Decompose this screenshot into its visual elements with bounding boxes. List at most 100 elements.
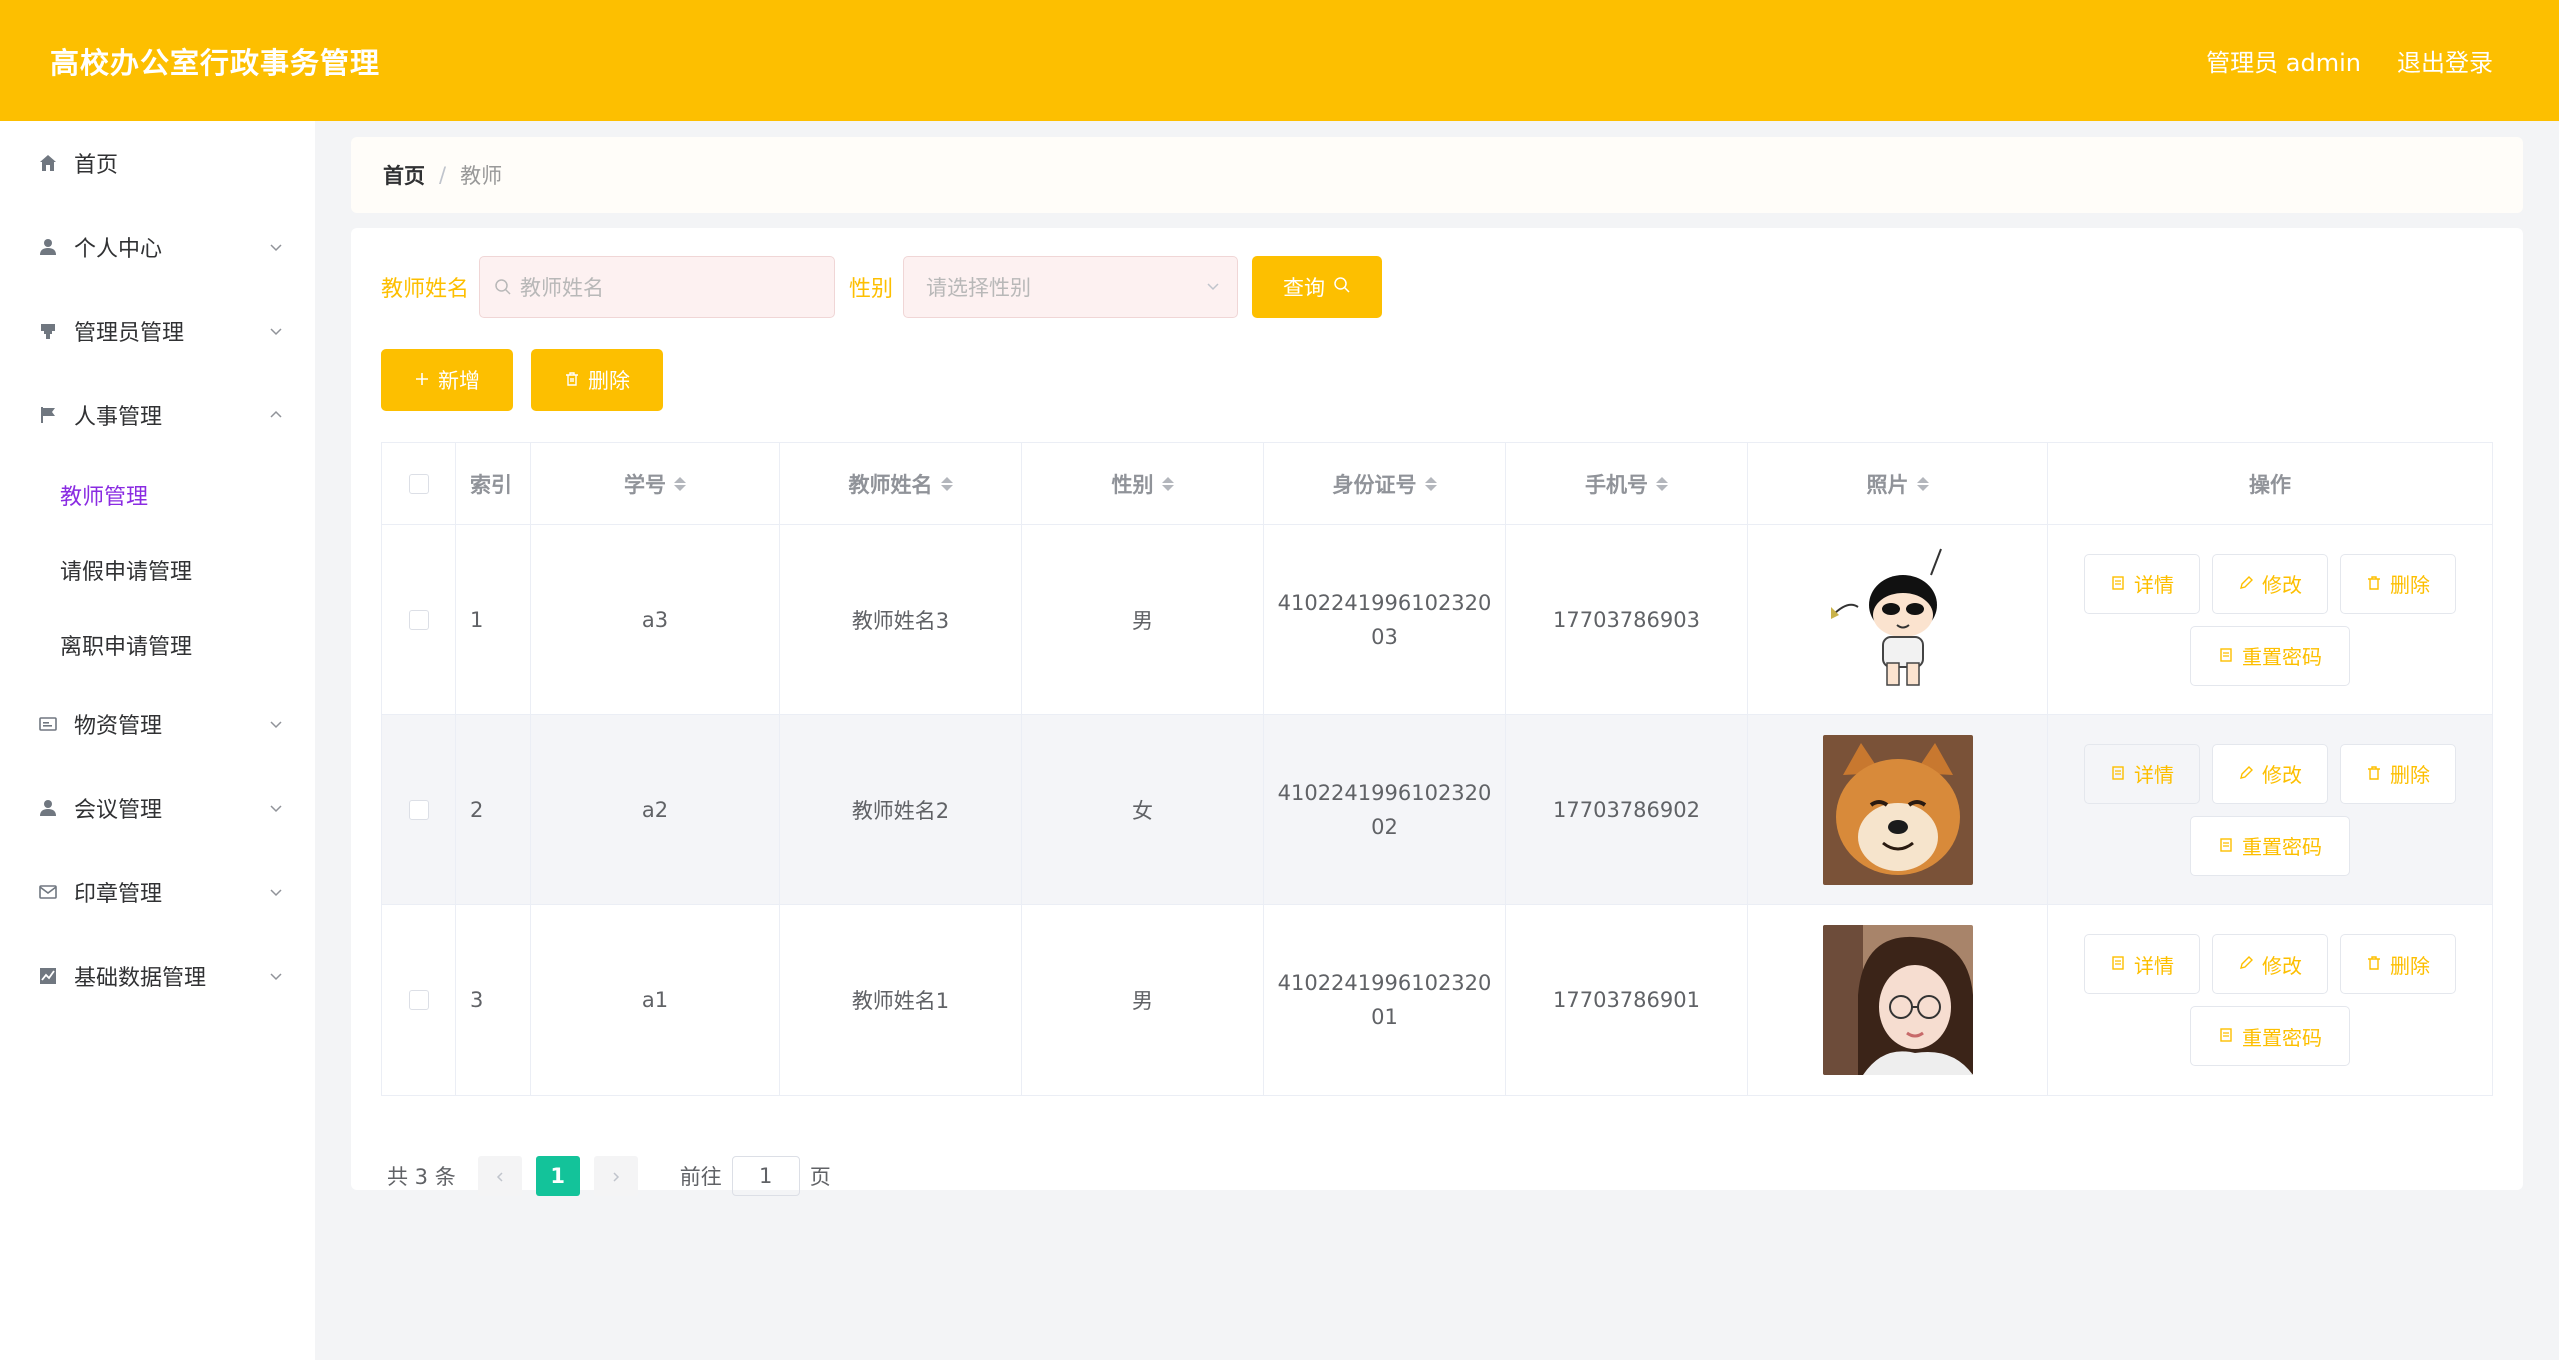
sort-icon[interactable] (1916, 476, 1929, 491)
detail-button[interactable]: 详情 (2084, 553, 2200, 614)
detail-button[interactable]: 详情 (2084, 934, 2200, 994)
pagination-total: 共 3 条 (387, 1165, 456, 1189)
breadcrumb-home[interactable]: 首页 (383, 160, 425, 190)
tag-icon (36, 712, 60, 736)
cartoon-boy-photo[interactable] (1822, 544, 1973, 695)
sort-icon[interactable] (1424, 476, 1437, 491)
chevron-down-icon (267, 238, 285, 256)
column-student-no[interactable]: 学号 (531, 443, 780, 524)
row-checkbox[interactable] (408, 609, 429, 630)
document-icon (2110, 762, 2126, 786)
delete-button[interactable]: 删除 (2340, 743, 2456, 804)
sidebar-item-admin[interactable]: 管理员管理 (0, 289, 315, 373)
detail-button[interactable]: 详情 (2084, 743, 2200, 804)
shiba-dog-photo[interactable] (1822, 734, 1973, 885)
chevron-down-icon (267, 322, 285, 340)
reset-password-button[interactable]: 重置密码 (2190, 1006, 2350, 1066)
sidebar-item-personal-center[interactable]: 个人中心 (0, 205, 315, 289)
chevron-down-icon (267, 967, 285, 985)
row-checkbox[interactable] (408, 990, 429, 1010)
cell-student-no: a3 (531, 525, 780, 714)
edit-label: 修改 (2262, 573, 2302, 597)
sidebar-item-label: 首页 (74, 153, 119, 178)
column-label: 教师姓名 (848, 472, 933, 497)
chevron-up-icon (267, 406, 285, 424)
sidebar-item-supplies[interactable]: 物资管理 (0, 682, 315, 766)
sex-label: 性别 (849, 277, 894, 302)
column-label: 性别 (1111, 472, 1154, 497)
reset-password-button[interactable]: 重置密码 (2190, 815, 2350, 876)
column-label: 身份证号 (1332, 472, 1417, 497)
logout-button[interactable]: 退出登录 (2397, 43, 2493, 78)
trash-icon (2366, 952, 2382, 976)
home-icon (36, 151, 60, 175)
girl-glasses-photo[interactable] (1822, 925, 1973, 1075)
prev-page-button[interactable] (477, 1156, 522, 1196)
sidebar-subitem-leave[interactable]: 请假申请管理 (0, 532, 315, 607)
row-actions: 详情 修改 删除 重置密码 (2084, 934, 2456, 1066)
delete-label: 删除 (2390, 573, 2430, 597)
select-all-checkbox[interactable] (408, 473, 429, 494)
pencil-icon (2238, 572, 2254, 596)
next-page-button[interactable] (593, 1156, 638, 1196)
sidebar-item-basedata[interactable]: 基础数据管理 (0, 934, 315, 1018)
column-photo[interactable]: 照片 (1748, 443, 2048, 524)
delete-label: 删除 (2390, 763, 2430, 787)
sort-icon[interactable] (940, 476, 953, 491)
query-button[interactable]: 查询 (1252, 256, 1383, 318)
column-id-card[interactable]: 身份证号 (1264, 443, 1506, 524)
cell-sex: 男 (1022, 525, 1264, 714)
detail-label: 详情 (2134, 763, 2174, 787)
stamp-icon (36, 319, 60, 343)
cell-id-card: 410224199610232001 (1264, 905, 1506, 1095)
row-checkbox[interactable] (408, 799, 429, 820)
sidebar-item-hr[interactable]: 人事管理 (0, 373, 315, 457)
page-number-button[interactable]: 1 (535, 1156, 580, 1196)
sidebar-item-label: 人事管理 (74, 405, 163, 430)
teacher-name-label: 教师姓名 (381, 277, 470, 302)
column-sex[interactable]: 性别 (1022, 443, 1264, 524)
sidebar-item-home[interactable]: 首页 (0, 121, 315, 205)
edit-button[interactable]: 修改 (2212, 934, 2328, 994)
sex-select[interactable]: 请选择性别 (903, 256, 1239, 318)
sort-icon[interactable] (1656, 476, 1668, 491)
column-phone[interactable]: 手机号 (1506, 443, 1748, 524)
sidebar-subitem-teacher[interactable]: 教师管理 (0, 457, 315, 532)
cell-student-no: a1 (531, 905, 780, 1095)
sidebar-item-label: 物资管理 (74, 714, 163, 739)
cell-actions: 详情 修改 删除 重置密码 (2048, 905, 2492, 1095)
teacher-name-input[interactable]: 教师姓名 (479, 256, 836, 318)
edit-label: 修改 (2262, 763, 2302, 787)
batch-delete-button[interactable]: 删除 (531, 349, 663, 411)
edit-button[interactable]: 修改 (2212, 553, 2328, 614)
sort-icon[interactable] (1161, 476, 1174, 491)
reset-password-button[interactable]: 重置密码 (2190, 625, 2350, 686)
column-teacher-name[interactable]: 教师姓名 (780, 443, 1022, 524)
sort-icon[interactable] (674, 476, 686, 491)
row-actions: 详情 修改 删除 重置密码 (2084, 553, 2456, 686)
pagination: 共 3 条 1 前往 1 页 (387, 1156, 831, 1196)
cell-index: 2 (456, 715, 531, 904)
pencil-icon (2238, 952, 2254, 976)
sidebar-item-seal[interactable]: 印章管理 (0, 850, 315, 934)
search-icon (494, 278, 512, 296)
sidebar-subitem-resign[interactable]: 离职申请管理 (0, 607, 315, 682)
row-actions: 详情 修改 删除 重置密码 (2084, 743, 2456, 876)
add-button[interactable]: 新增 (381, 349, 513, 411)
delete-button[interactable]: 删除 (2340, 553, 2456, 614)
reset-label: 重置密码 (2242, 835, 2322, 859)
sidebar-item-label: 会议管理 (74, 798, 163, 823)
id-card-text: 410224199610232003 (1277, 590, 1492, 649)
column-label: 学号 (624, 472, 666, 497)
edit-button[interactable]: 修改 (2212, 743, 2328, 804)
cell-sex: 女 (1022, 715, 1264, 904)
document-icon (2218, 834, 2234, 858)
delete-label: 删除 (588, 369, 630, 393)
sidebar-item-meeting[interactable]: 会议管理 (0, 766, 315, 850)
action-bar: 新增 删除 (381, 349, 663, 411)
goto-page-input[interactable]: 1 (731, 1156, 800, 1196)
add-label: 新增 (438, 369, 480, 393)
admin-user-label[interactable]: 管理员 admin (2206, 43, 2361, 78)
sidebar: 首页 个人中心 管理员管理 人事管理 教师管理 请假申请管理 离职申请管理 物资… (0, 121, 315, 1360)
delete-button[interactable]: 删除 (2340, 934, 2456, 994)
